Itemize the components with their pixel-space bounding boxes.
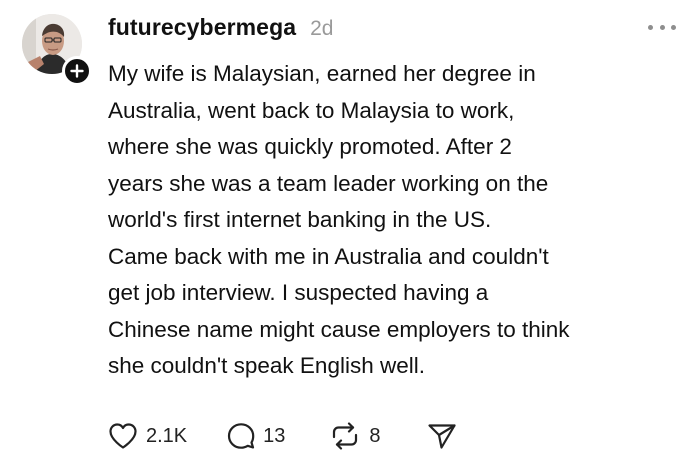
ellipsis-icon-dot-3 [671,24,676,30]
post-body: My wife is Malaysian, earned her degree … [108,56,688,385]
post-body-line: world's first internet banking in the US… [108,207,492,232]
heart-icon [109,423,137,449]
post-body-line: get job interview. I suspected having a [108,280,489,305]
ellipsis-icon-dot-2 [659,24,665,30]
post-body-line: years she was a team leader working on t… [108,170,549,196]
post-body-line: where she was quickly promoted. After 2 [108,134,512,159]
post-body-line: Australia, went back to Malaysia to work… [108,97,515,123]
like-count: 2.1K [146,424,188,447]
post-timestamp: 2d [310,17,334,40]
share-button[interactable] [427,422,457,450]
reply-button[interactable]: 13 [227,422,285,450]
post-actions: 2.1K 13 8 [108,420,457,452]
username[interactable]: futurecybermega [108,14,296,41]
thread-post: futurecybermega 2d My wife is Malaysian,… [0,0,700,470]
post-header: futurecybermega 2d [108,14,333,46]
follow-button[interactable] [62,56,92,86]
more-options-button[interactable] [648,20,676,34]
like-button[interactable]: 2.1K [108,422,187,450]
repost-arrows-icon [333,422,358,450]
post-body-line: Chinese name might cause employers to th… [108,316,570,342]
ellipsis-icon [648,24,653,30]
post-body-line: My wife is Malaysian, earned her degree … [108,61,536,86]
reply-count: 13 [263,424,286,447]
repost-button[interactable]: 8 [329,422,381,450]
plus-icon [70,64,84,78]
post-body-line: she couldn't speak English well. [108,353,425,378]
repost-count: 8 [369,424,381,447]
paper-plane-icon [427,424,456,449]
post-body-line: Came back with me in Australia and could… [108,243,549,269]
speech-bubble-icon [228,423,255,449]
avatar-container [22,14,92,86]
